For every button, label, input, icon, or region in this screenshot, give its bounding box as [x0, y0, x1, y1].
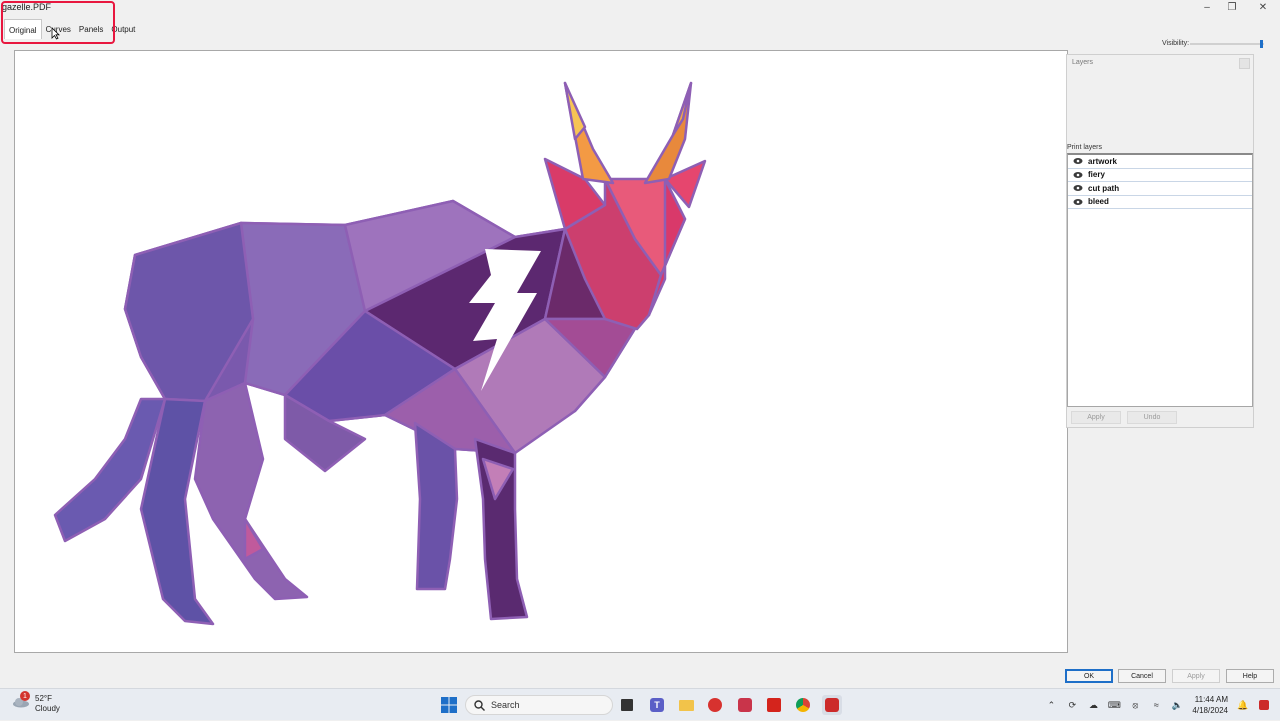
layer-name: cut path	[1088, 183, 1120, 193]
search-icon	[474, 699, 485, 711]
file-manager-icon[interactable]	[617, 695, 637, 715]
title-bar: gazelle.PDF – ❐ ✕	[0, 0, 1280, 15]
tab-output[interactable]: Output	[107, 19, 139, 39]
apply-button[interactable]: Apply	[1172, 669, 1220, 683]
clock-date: 4/18/2024	[1192, 706, 1228, 715]
restore-icon[interactable]: ❐	[1215, 0, 1249, 15]
sync-icon[interactable]: ⟳	[1066, 699, 1078, 711]
visibility-label: Visibility:	[1162, 40, 1190, 47]
teams-icon[interactable]: T	[647, 695, 667, 715]
layer-name: bleed	[1088, 197, 1109, 207]
print-layers-list: artwork fiery cut path bleed	[1067, 153, 1253, 407]
layer-row-artwork[interactable]: artwork	[1068, 155, 1252, 169]
panel-close-icon[interactable]	[1239, 58, 1250, 69]
eye-icon[interactable]	[1072, 183, 1084, 193]
chevron-up-icon[interactable]: ⌃	[1045, 699, 1057, 711]
ok-button[interactable]: OK	[1065, 669, 1113, 683]
close-icon[interactable]: ✕	[1246, 0, 1280, 15]
fiery-app-icon[interactable]	[705, 695, 725, 715]
system-tray: ⌃ ⟳ ☁ ⌨ ⦻ ≈ 🔈 11:44 AM 4/18/2024 🔔	[1045, 689, 1270, 721]
search-label: Search	[491, 700, 520, 710]
layer-name: fiery	[1088, 170, 1105, 180]
layers-panel-header: Layers	[1072, 59, 1094, 66]
windows-start-icon[interactable]	[439, 695, 459, 715]
layers-apply-button[interactable]: Apply	[1071, 411, 1121, 424]
app-tray-icon[interactable]	[1258, 699, 1270, 711]
cancel-button[interactable]: Cancel	[1118, 669, 1166, 683]
active-app-icon[interactable]	[822, 695, 842, 715]
layers-undo-button[interactable]: Undo	[1127, 411, 1177, 424]
mouse-cursor-icon	[51, 27, 60, 40]
red-app-icon[interactable]	[735, 695, 755, 715]
network-off-icon[interactable]: ⦻	[1129, 699, 1141, 711]
tab-original[interactable]: Original	[4, 19, 42, 39]
eye-icon[interactable]	[1072, 170, 1084, 180]
chrome-icon[interactable]	[793, 695, 813, 715]
acrobat-icon[interactable]	[764, 695, 784, 715]
weather-description: Cloudy	[35, 704, 60, 713]
eye-icon[interactable]	[1072, 197, 1084, 207]
notifications-icon[interactable]: 🔔	[1237, 699, 1249, 711]
taskbar: 1 52°F Cloudy Search T ⌃ ⟳ ☁ ⌨ ⦻ ≈ 🔈 11:…	[0, 688, 1280, 720]
layer-row-bleed[interactable]: bleed	[1068, 196, 1252, 209]
layer-row-cut-path[interactable]: cut path	[1068, 182, 1252, 196]
taskbar-search[interactable]: Search	[465, 695, 613, 715]
visibility-slider-thumb[interactable]	[1260, 40, 1263, 48]
eye-icon[interactable]	[1072, 156, 1084, 166]
cloud-icon: 1	[12, 691, 30, 708]
window-title: gazelle.PDF	[2, 2, 52, 12]
wifi-icon[interactable]: ≈	[1150, 699, 1162, 711]
clock-time: 11:44 AM	[1194, 695, 1228, 704]
visibility-slider-track[interactable]	[1190, 43, 1264, 45]
folder-icon[interactable]	[676, 695, 696, 715]
weather-widget[interactable]: 1 52°F Cloudy	[12, 691, 60, 714]
volume-icon[interactable]: 🔈	[1171, 699, 1183, 711]
print-layers-label: Print layers	[1067, 144, 1103, 151]
weather-temperature: 52°F	[35, 694, 52, 703]
cloud-off-icon[interactable]: ☁	[1087, 699, 1099, 711]
layers-panel: Layers Print layers artwork fiery cut pa…	[1066, 54, 1254, 428]
layer-row-fiery[interactable]: fiery	[1068, 169, 1252, 182]
layer-name: artwork	[1088, 156, 1117, 166]
tab-panels[interactable]: Panels	[75, 19, 107, 39]
help-button[interactable]: Help	[1226, 669, 1274, 683]
keyboard-icon[interactable]: ⌨	[1108, 699, 1121, 711]
view-tabs: Original Curves Panels Output	[0, 17, 139, 39]
weather-alert-badge: 1	[20, 691, 30, 701]
preview-canvas[interactable]	[14, 50, 1068, 653]
layers-panel-footer: Apply Undo	[1067, 408, 1253, 427]
gazelle-artwork	[53, 81, 707, 626]
clock[interactable]: 11:44 AM 4/18/2024	[1192, 694, 1228, 716]
